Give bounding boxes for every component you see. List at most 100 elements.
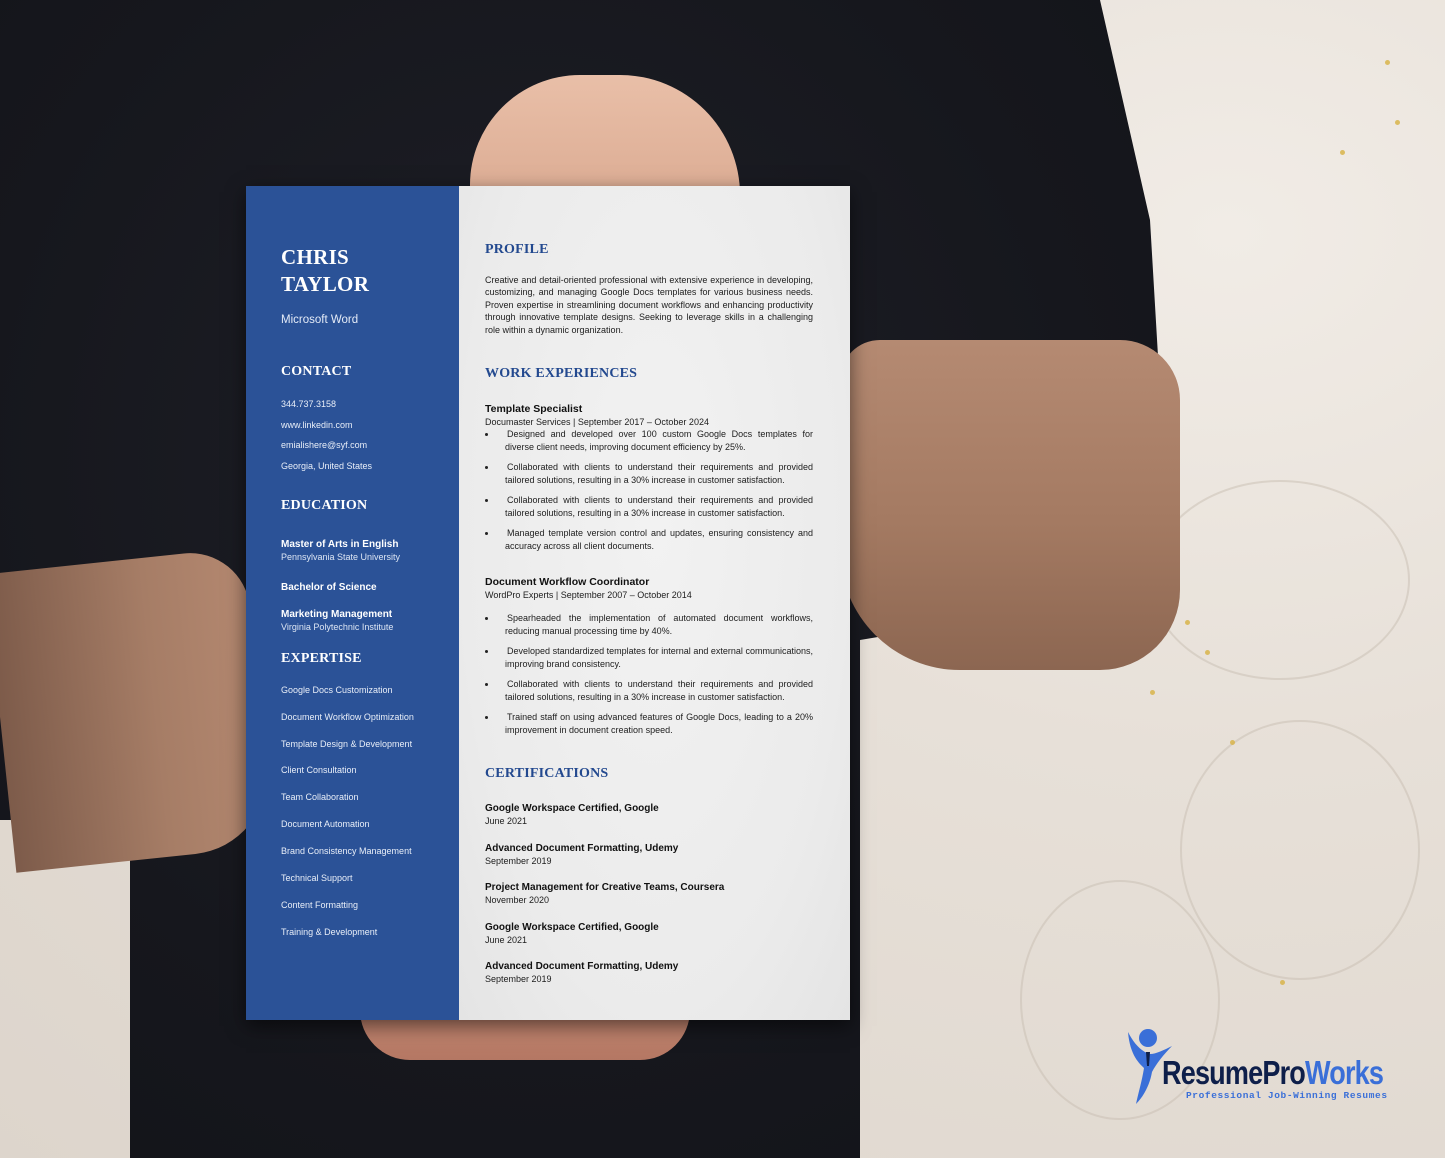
expertise-item: Team Collaboration [281,792,359,803]
job-entry: Template Specialist Documaster Services … [485,403,813,552]
certification-title: Google Workspace Certified, Google [485,803,659,815]
job-bullet: Collaborated with clients to understand … [485,678,813,703]
certifications-heading: CERTIFICATIONS [485,766,609,782]
resume-document: CHRIS TAYLOR Microsoft Word CONTACT 344.… [246,186,850,1020]
expertise-item: Google Docs Customization [281,684,393,695]
certification-item: Advanced Document Formatting, Udemy Sept… [485,960,813,985]
name-last: TAYLOR [281,272,370,296]
logo-word-light: Works [1305,1054,1384,1091]
job-bullets: Designed and developed over 100 custom G… [485,428,813,552]
gold-fleck [1340,150,1345,155]
education-school: Virginia Polytechnic Institute [281,621,394,632]
expertise-item: Training & Development [281,926,378,937]
job-meta: WordPro Experts | September 2007 – Octob… [485,590,692,601]
expertise-item: Template Design & Development [281,738,413,749]
gold-fleck [1385,60,1390,65]
gold-fleck [1205,650,1210,655]
resume-main: PROFILE Creative and detail-oriented pro… [459,186,850,1020]
job-title: Template Specialist [485,403,583,416]
bullet-text: Collaborated with clients to understand … [505,679,813,702]
logo-tagline: Professional Job-Winning Resumes [1186,1090,1388,1101]
certification-title: Advanced Document Formatting, Udemy [485,961,679,973]
job-title: Document Workflow Coordinator [485,576,650,589]
logo-word-dark: ResumePro [1162,1054,1306,1091]
education-list: Master of Arts in English Pennsylvania S… [281,538,439,633]
bullet-text: Spearheaded the implementation of automa… [505,613,813,636]
certification-item: Project Management for Creative Teams, C… [485,881,813,906]
marble-vein [1150,480,1410,680]
certifications-list: Google Workspace Certified, Google June … [485,802,813,985]
bullet-dot-icon [485,650,488,654]
education-heading: EDUCATION [281,497,368,513]
certification-item: Google Workspace Certified, Google June … [485,921,813,946]
expertise-item: Technical Support [281,872,353,883]
bullet-dot-icon [485,433,488,437]
bullet-dot-icon [485,532,488,536]
expertise-item: Document Workflow Optimization [281,711,414,722]
job-bullet: Managed template version control and upd… [485,527,813,552]
certification-date: September 2019 [485,855,552,866]
job-entry: Document Workflow Coordinator WordPro Ex… [485,576,813,736]
gold-fleck [1395,120,1400,125]
job-meta: Documaster Services | September 2017 – O… [485,417,709,428]
certification-item: Advanced Document Formatting, Udemy Sept… [485,842,813,867]
certification-title: Google Workspace Certified, Google [485,921,659,933]
contact-location: Georgia, United States [281,461,373,472]
job-bullet: Developed standardized templates for int… [485,645,813,670]
education-item: Master of Arts in English Pennsylvania S… [281,538,439,563]
contact-list: 344.737.3158 www.linkedin.com emialisher… [281,398,439,481]
education-degree: Master of Arts in English [281,538,399,550]
contact-phone: 344.737.3158 [281,399,337,409]
certification-date: September 2019 [485,974,552,985]
bullet-dot-icon [485,617,488,621]
certification-date: June 2021 [485,816,528,827]
job-bullets: Spearheaded the implementation of automa… [485,612,813,736]
profile-heading: PROFILE [485,242,549,257]
certification-title: Advanced Document Formatting, Udemy [485,842,679,854]
expertise-item: Client Consultation [281,765,357,776]
bullet-dot-icon [485,499,488,503]
resumeproworks-logo: ResumeProWorks Professional Job-Winning … [1124,1026,1394,1110]
gold-fleck [1185,620,1190,625]
expertise-heading: EXPERTISE [281,650,362,666]
right-arm [840,340,1180,670]
education-item: Marketing Management Virginia Polytechni… [281,608,439,633]
job-bullet: Trained staff on using advanced features… [485,711,813,736]
gold-fleck [1280,980,1285,985]
certification-date: November 2020 [485,895,550,906]
gold-fleck [1230,740,1235,745]
bullet-text: Developed standardized templates for int… [505,646,813,669]
marble-vein [1180,720,1420,980]
education-degree: Bachelor of Science [281,581,377,593]
certification-item: Google Workspace Certified, Google June … [485,802,813,827]
work-heading: WORK EXPERIENCES [485,366,638,382]
certification-date: June 2021 [485,934,528,945]
logo-wordmark: ResumeProWorks [1162,1054,1384,1092]
expertise-list: Google Docs Customization Document Workf… [281,684,439,953]
candidate-name: CHRIS TAYLOR [281,244,439,298]
candidate-role: Microsoft Word [281,314,359,326]
bullet-dot-icon [485,466,488,470]
expertise-item: Content Formatting [281,899,359,910]
bullet-text: Managed template version control and upd… [505,528,813,551]
job-bullet: Collaborated with clients to understand … [485,494,813,519]
gold-fleck [1150,690,1155,695]
job-bullet: Collaborated with clients to understand … [485,461,813,486]
contact-heading: CONTACT [281,364,352,379]
expertise-item: Document Automation [281,819,370,830]
contact-linkedin: www.linkedin.com [281,419,353,430]
job-bullet: Spearheaded the implementation of automa… [485,612,813,637]
bullet-text: Trained staff on using advanced features… [505,712,813,735]
education-school: Pennsylvania State University [281,551,401,562]
bullet-dot-icon [485,683,488,687]
profile-text: Creative and detail-oriented professiona… [485,275,813,335]
contact-email: emialishere@syf.com [281,440,368,451]
education-item: Bachelor of Science [281,581,439,594]
bullet-dot-icon [485,716,488,720]
resume-sidebar: CHRIS TAYLOR Microsoft Word CONTACT 344.… [246,186,459,1020]
bullet-text: Designed and developed over 100 custom G… [505,429,813,452]
bullet-text: Collaborated with clients to understand … [505,462,813,485]
job-bullet: Designed and developed over 100 custom G… [485,428,813,453]
left-arm [0,547,275,873]
education-degree: Marketing Management [281,608,393,620]
